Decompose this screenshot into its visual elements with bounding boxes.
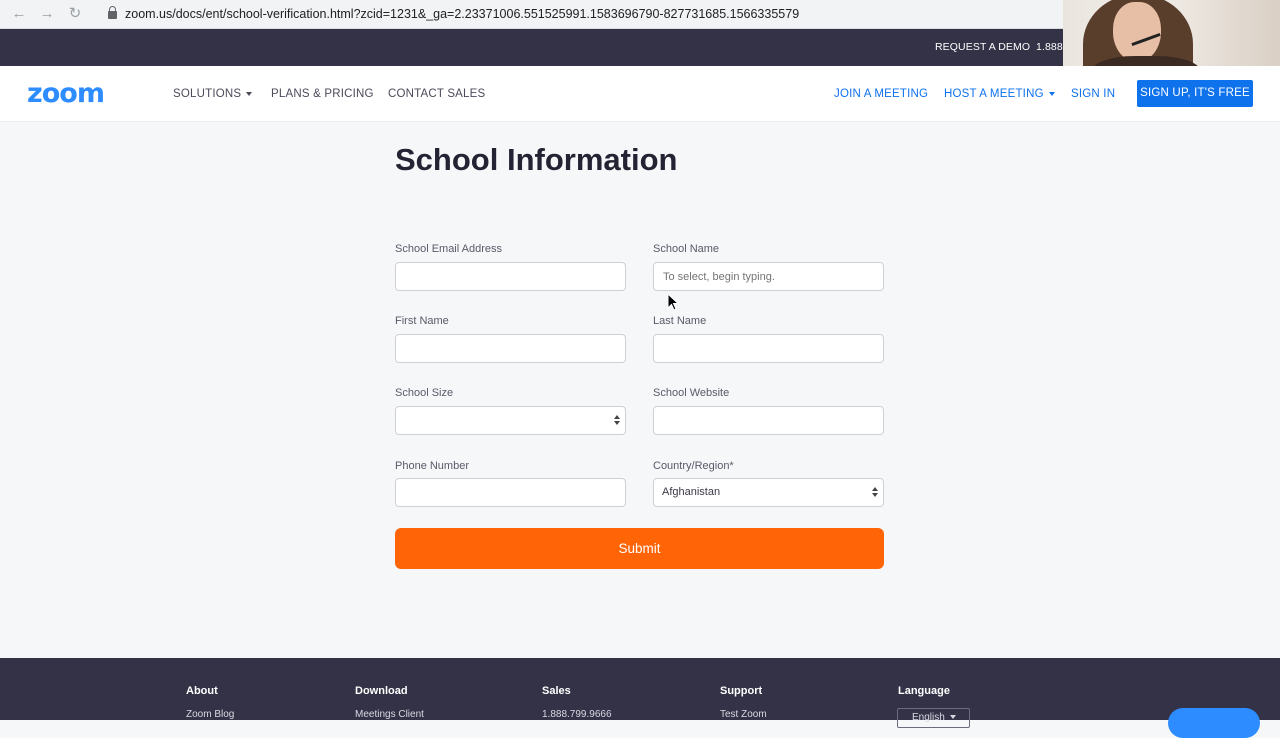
reload-icon[interactable]: ↻ [66,5,84,23]
country-region-value: Afghanistan [662,486,721,498]
caret-down-icon [1048,91,1055,96]
footer-link-zoom-blog[interactable]: Zoom Blog [186,709,234,720]
footer-link-test-zoom[interactable]: Test Zoom [720,709,767,720]
language-select[interactable]: English [897,708,970,728]
language-value: English [912,712,945,723]
school-website-label: School Website [653,387,730,399]
sign-in-link[interactable]: SIGN IN [1071,66,1115,122]
webcam-face [1113,2,1161,62]
host-meeting-label: HOST A MEETING [944,88,1044,100]
footer-heading-about: About [186,685,218,697]
phone-number-label: Phone Number [395,460,469,472]
select-arrows-icon [614,415,620,427]
footer-link-sales-phone[interactable]: 1.888.799.9666 [542,709,612,720]
site-footer: About Zoom Blog Download Meetings Client… [0,658,1280,738]
school-size-label: School Size [395,387,454,399]
footer-heading-support: Support [720,685,763,697]
footer-link-meetings-client[interactable]: Meetings Client [355,709,424,720]
menu-solutions[interactable]: SOLUTIONS [173,66,253,122]
zoom-logo[interactable]: zoom [27,78,105,109]
footer-heading-sales: Sales [542,685,571,697]
menu-solutions-label: SOLUTIONS [173,88,242,100]
page-title: School Information [395,142,678,177]
lock-icon [108,5,117,19]
footer-heading-download: Download [355,685,408,697]
last-name-label: Last Name [653,315,707,327]
school-email-label: School Email Address [395,243,502,255]
submit-button[interactable]: Submit [395,528,884,569]
forward-arrow-icon[interactable]: → [38,5,56,23]
school-name-field[interactable] [653,262,884,291]
school-size-select[interactable] [395,406,626,435]
menu-plans-pricing[interactable]: PLANS & PRICING [271,66,374,122]
caret-down-icon [246,91,253,96]
last-name-field[interactable] [653,334,884,363]
join-meeting-link[interactable]: JOIN A MEETING [834,66,928,122]
sign-up-button[interactable]: SIGN UP, IT'S FREE [1137,80,1253,107]
country-region-label: Country/Region* [653,460,734,472]
school-email-field[interactable] [395,262,626,291]
first-name-field[interactable] [395,334,626,363]
first-name-label: First Name [395,315,449,327]
footer-heading-language: Language [898,685,950,697]
request-demo-link[interactable]: REQUEST A DEMO [935,29,1030,66]
caret-down-icon [949,715,956,720]
main-header: zoom SOLUTIONS PLANS & PRICING CONTACT S… [0,66,1280,122]
address-bar[interactable]: zoom.us/docs/ent/school-verification.htm… [100,3,1062,25]
school-name-label: School Name [653,243,720,255]
chat-help-button[interactable] [1168,708,1260,738]
menu-contact-sales[interactable]: CONTACT SALES [388,66,485,122]
host-meeting-menu[interactable]: HOST A MEETING [944,66,1055,122]
phone-number-field[interactable] [395,478,626,507]
phone-link[interactable]: 1.888. [1036,29,1066,66]
back-arrow-icon[interactable]: ← [10,5,28,23]
url-text: zoom.us/docs/ent/school-verification.htm… [125,7,800,21]
select-arrows-icon [872,487,878,499]
country-region-select[interactable]: Afghanistan [653,478,884,507]
school-website-field[interactable] [653,406,884,435]
